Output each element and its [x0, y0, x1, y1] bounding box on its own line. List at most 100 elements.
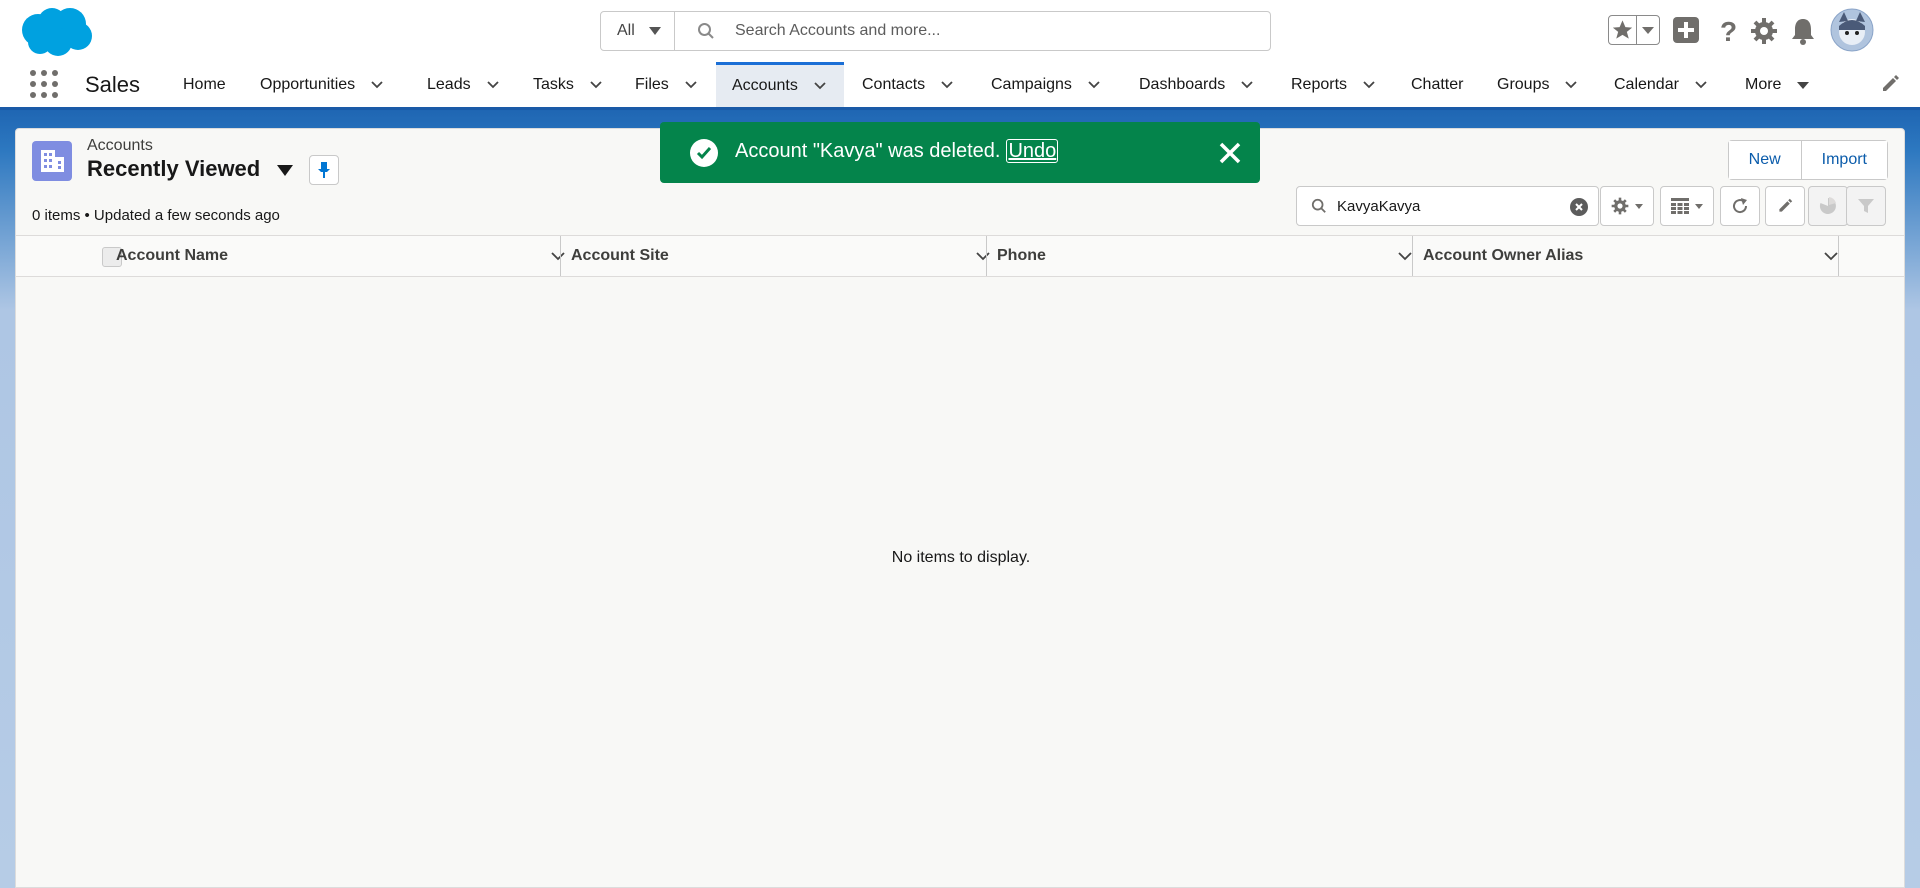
- nav-item-groups[interactable]: Groups: [1497, 62, 1579, 107]
- star-icon: [1612, 16, 1637, 44]
- nav-item-label: Dashboards: [1139, 75, 1226, 93]
- clear-search-icon[interactable]: [1570, 198, 1588, 216]
- chevron-down-icon[interactable]: [1086, 77, 1102, 93]
- table-icon: [1671, 198, 1689, 214]
- nav-item-reports[interactable]: Reports: [1291, 62, 1377, 107]
- nav-item-leads[interactable]: Leads: [427, 62, 501, 107]
- list-view-controls-button[interactable]: [1600, 186, 1654, 226]
- column-header-label: Account Owner Alias: [1423, 247, 1584, 264]
- nav-item-label: Reports: [1291, 75, 1348, 93]
- column-header-label: Account Site: [571, 247, 669, 264]
- chevron-down-icon[interactable]: [1823, 248, 1839, 264]
- chevron-down-icon[interactable]: [939, 77, 955, 93]
- nav-item-calendar[interactable]: Calendar: [1614, 62, 1709, 107]
- refresh-button[interactable]: [1720, 186, 1760, 226]
- chevron-down-icon[interactable]: [588, 77, 604, 93]
- favorites-button[interactable]: [1608, 15, 1660, 45]
- nav-item-more[interactable]: More: [1745, 62, 1811, 107]
- charts-button[interactable]: [1808, 186, 1848, 226]
- refresh-icon: [1733, 198, 1748, 214]
- filters-button[interactable]: [1846, 186, 1886, 226]
- nav-item-label: Groups: [1497, 75, 1550, 93]
- app-navigation: Sales Home Opportunities Leads Tasks Fil…: [0, 62, 1920, 110]
- nav-item-label: Opportunities: [260, 75, 356, 93]
- list-view-title[interactable]: Recently Viewed: [87, 156, 260, 182]
- list-actions: New Import: [1727, 140, 1888, 180]
- edit-nav-pencil-icon[interactable]: [1880, 74, 1900, 94]
- chevron-down-icon[interactable]: [369, 77, 385, 93]
- nav-item-label: Contacts: [862, 75, 926, 93]
- global-search: All: [600, 11, 1271, 51]
- display-as-table-button[interactable]: [1660, 186, 1714, 226]
- chevron-down-icon[interactable]: [1239, 77, 1255, 93]
- nav-item-label: More: [1745, 75, 1782, 93]
- list-search-input[interactable]: [1337, 197, 1557, 215]
- list-search: [1296, 186, 1599, 226]
- column-header-label: Phone: [997, 247, 1046, 264]
- close-icon[interactable]: [1216, 139, 1244, 167]
- column-header-account-site[interactable]: Account Site: [571, 236, 1001, 276]
- caret-down-icon: [1695, 204, 1703, 209]
- caret-down-icon[interactable]: [1795, 77, 1811, 93]
- object-label: Accounts: [87, 137, 153, 154]
- chevron-down-icon[interactable]: [1397, 248, 1413, 264]
- nav-item-label: Campaigns: [991, 75, 1072, 93]
- global-search-input[interactable]: [735, 22, 1235, 40]
- app-launcher-icon[interactable]: [30, 70, 58, 98]
- gear-icon[interactable]: [1750, 17, 1778, 45]
- nav-item-home[interactable]: Home: [183, 62, 226, 107]
- chevron-down-icon[interactable]: [683, 77, 699, 93]
- toast-message: Account "Kavya" was deleted. Undo: [735, 139, 1059, 163]
- caret-down-icon: [1635, 204, 1643, 209]
- nav-item-label: Files: [635, 75, 669, 93]
- list-view-meta: 0 items • Updated a few seconds ago: [32, 207, 280, 224]
- nav-item-dashboards[interactable]: Dashboards: [1139, 62, 1255, 107]
- nav-item-label: Calendar: [1614, 75, 1679, 93]
- chevron-down-icon[interactable]: [1563, 77, 1579, 93]
- chevron-down-icon[interactable]: [1637, 16, 1659, 44]
- column-header-phone[interactable]: Phone: [997, 236, 1423, 276]
- table-header: Account Name Account Site Phone Account …: [16, 235, 1904, 277]
- nav-item-opportunities[interactable]: Opportunities: [260, 62, 385, 107]
- nav-item-label: Chatter: [1411, 75, 1464, 93]
- inline-edit-button[interactable]: [1765, 186, 1805, 226]
- nav-item-campaigns[interactable]: Campaigns: [991, 62, 1102, 107]
- list-view-picker-caret-icon[interactable]: [277, 165, 293, 176]
- nav-item-accounts[interactable]: Accounts: [716, 62, 844, 107]
- building-icon: [41, 150, 64, 172]
- search-scope-dropdown[interactable]: All: [601, 12, 675, 50]
- header-utility-icons: ?: [1580, 8, 1920, 54]
- import-button[interactable]: Import: [1800, 141, 1887, 179]
- column-header-account-owner-alias[interactable]: Account Owner Alias: [1423, 236, 1849, 276]
- nav-item-tasks[interactable]: Tasks: [533, 62, 604, 107]
- bell-icon[interactable]: [1790, 17, 1816, 45]
- chevron-down-icon[interactable]: [1693, 77, 1709, 93]
- nav-item-label: Tasks: [533, 75, 574, 93]
- nav-item-contacts[interactable]: Contacts: [862, 62, 955, 107]
- pin-list-view-button[interactable]: [309, 155, 339, 185]
- help-icon[interactable]: ?: [1714, 16, 1742, 46]
- svg-text:?: ?: [1720, 16, 1737, 46]
- nav-item-chatter[interactable]: Chatter: [1411, 62, 1463, 107]
- list-view-card: Accounts Recently Viewed 0 items • Updat…: [15, 128, 1905, 888]
- chevron-down-icon[interactable]: [485, 77, 501, 93]
- new-button[interactable]: New: [1728, 141, 1801, 179]
- plus-icon[interactable]: [1672, 16, 1700, 44]
- salesforce-logo[interactable]: [18, 6, 94, 58]
- avatar[interactable]: [1830, 8, 1874, 52]
- success-toast: Account "Kavya" was deleted. Undo: [660, 122, 1260, 183]
- accounts-object-icon: [32, 141, 72, 181]
- global-header: All ?: [0, 0, 1920, 62]
- gear-icon: [1611, 197, 1629, 215]
- chevron-down-icon[interactable]: [812, 78, 828, 94]
- column-header-account-name[interactable]: Account Name: [116, 236, 576, 276]
- search-scope-label: All: [617, 22, 635, 39]
- pin-icon: [318, 162, 330, 178]
- nav-item-files[interactable]: Files: [635, 62, 699, 107]
- chevron-down-icon[interactable]: [1361, 77, 1377, 93]
- nav-item-label: Accounts: [732, 77, 798, 94]
- undo-link[interactable]: Undo: [1006, 139, 1059, 163]
- search-box: [675, 12, 1270, 50]
- chevron-down-icon[interactable]: [550, 248, 566, 264]
- chevron-down-icon[interactable]: [975, 248, 991, 264]
